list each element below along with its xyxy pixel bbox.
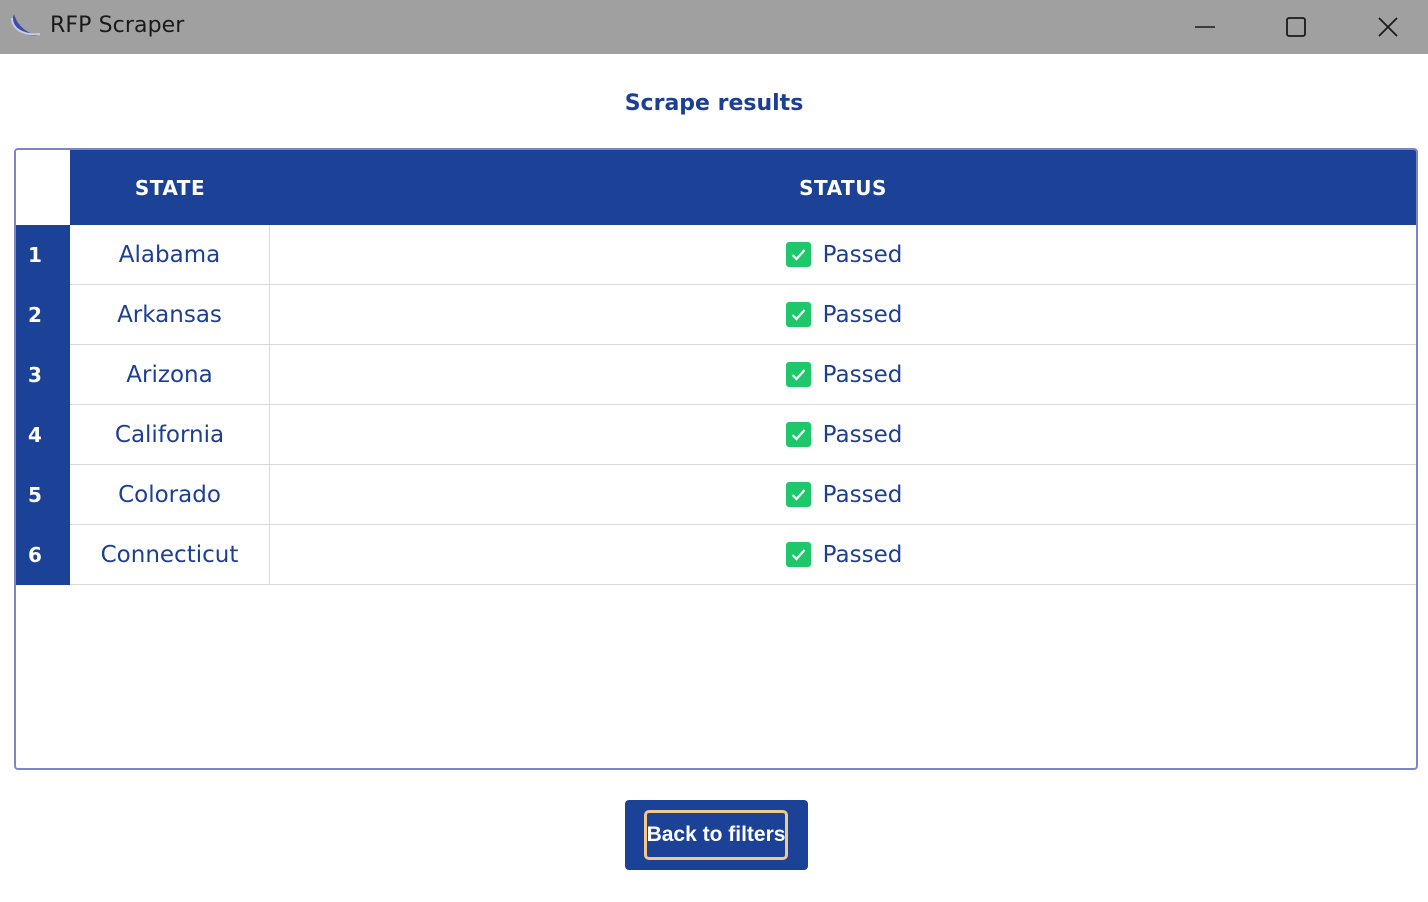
app-logo-icon	[11, 14, 41, 36]
status-cell: Passed	[270, 525, 1416, 585]
state-cell: California	[70, 405, 270, 465]
back-to-filters-button[interactable]: Back to filters	[625, 800, 808, 870]
row-index: 6	[28, 543, 42, 567]
results-table: STATE STATUS 1 Alabama Passed 2 Arkansas…	[14, 148, 1418, 770]
table-row[interactable]: 6 Connecticut Passed	[16, 525, 1416, 585]
status-label: Passed	[822, 481, 903, 508]
column-header-state[interactable]: STATE	[70, 150, 270, 225]
row-index: 5	[28, 483, 42, 507]
state-cell: Arizona	[70, 345, 270, 405]
table-header: STATE STATUS	[70, 150, 1416, 225]
window-title: RFP Scraper	[50, 13, 185, 38]
status-label: Passed	[822, 541, 903, 568]
table-row[interactable]: 1 Alabama Passed	[16, 225, 1416, 285]
check-icon	[785, 422, 811, 447]
back-to-filters-label: Back to filters	[644, 810, 788, 860]
status-label: Passed	[822, 361, 903, 388]
check-icon	[785, 542, 811, 567]
table-corner-cell	[16, 150, 70, 225]
row-index: 2	[28, 303, 42, 327]
row-index: 3	[28, 363, 42, 387]
status-label: Passed	[822, 301, 903, 328]
check-icon	[785, 302, 811, 327]
status-label: Passed	[822, 241, 903, 268]
row-index: 1	[28, 243, 42, 267]
minimize-icon	[1195, 26, 1215, 28]
status-cell: Passed	[270, 465, 1416, 525]
status-label: Passed	[822, 421, 903, 448]
check-icon	[785, 482, 811, 507]
status-cell: Passed	[270, 405, 1416, 465]
status-cell: Passed	[270, 225, 1416, 285]
maximize-icon	[1286, 17, 1306, 37]
table-row[interactable]: 5 Colorado Passed	[16, 465, 1416, 525]
table-row[interactable]: 3 Arizona Passed	[16, 345, 1416, 405]
table-row[interactable]: 2 Arkansas Passed	[16, 285, 1416, 345]
state-cell: Alabama	[70, 225, 270, 285]
column-header-status[interactable]: STATUS	[270, 150, 1416, 225]
check-icon	[785, 242, 811, 267]
check-icon	[785, 362, 811, 387]
state-cell: Colorado	[70, 465, 270, 525]
close-button[interactable]	[1342, 0, 1428, 54]
status-cell: Passed	[270, 345, 1416, 405]
table-row[interactable]: 4 California Passed	[16, 405, 1416, 465]
minimize-button[interactable]	[1159, 0, 1251, 54]
title-bar: RFP Scraper	[0, 0, 1428, 54]
row-index: 4	[28, 423, 42, 447]
state-cell: Arkansas	[70, 285, 270, 345]
close-icon	[1378, 17, 1398, 37]
state-cell: Connecticut	[70, 525, 270, 585]
page-title: Scrape results	[624, 91, 804, 116]
maximize-button[interactable]	[1250, 0, 1342, 54]
status-cell: Passed	[270, 285, 1416, 345]
